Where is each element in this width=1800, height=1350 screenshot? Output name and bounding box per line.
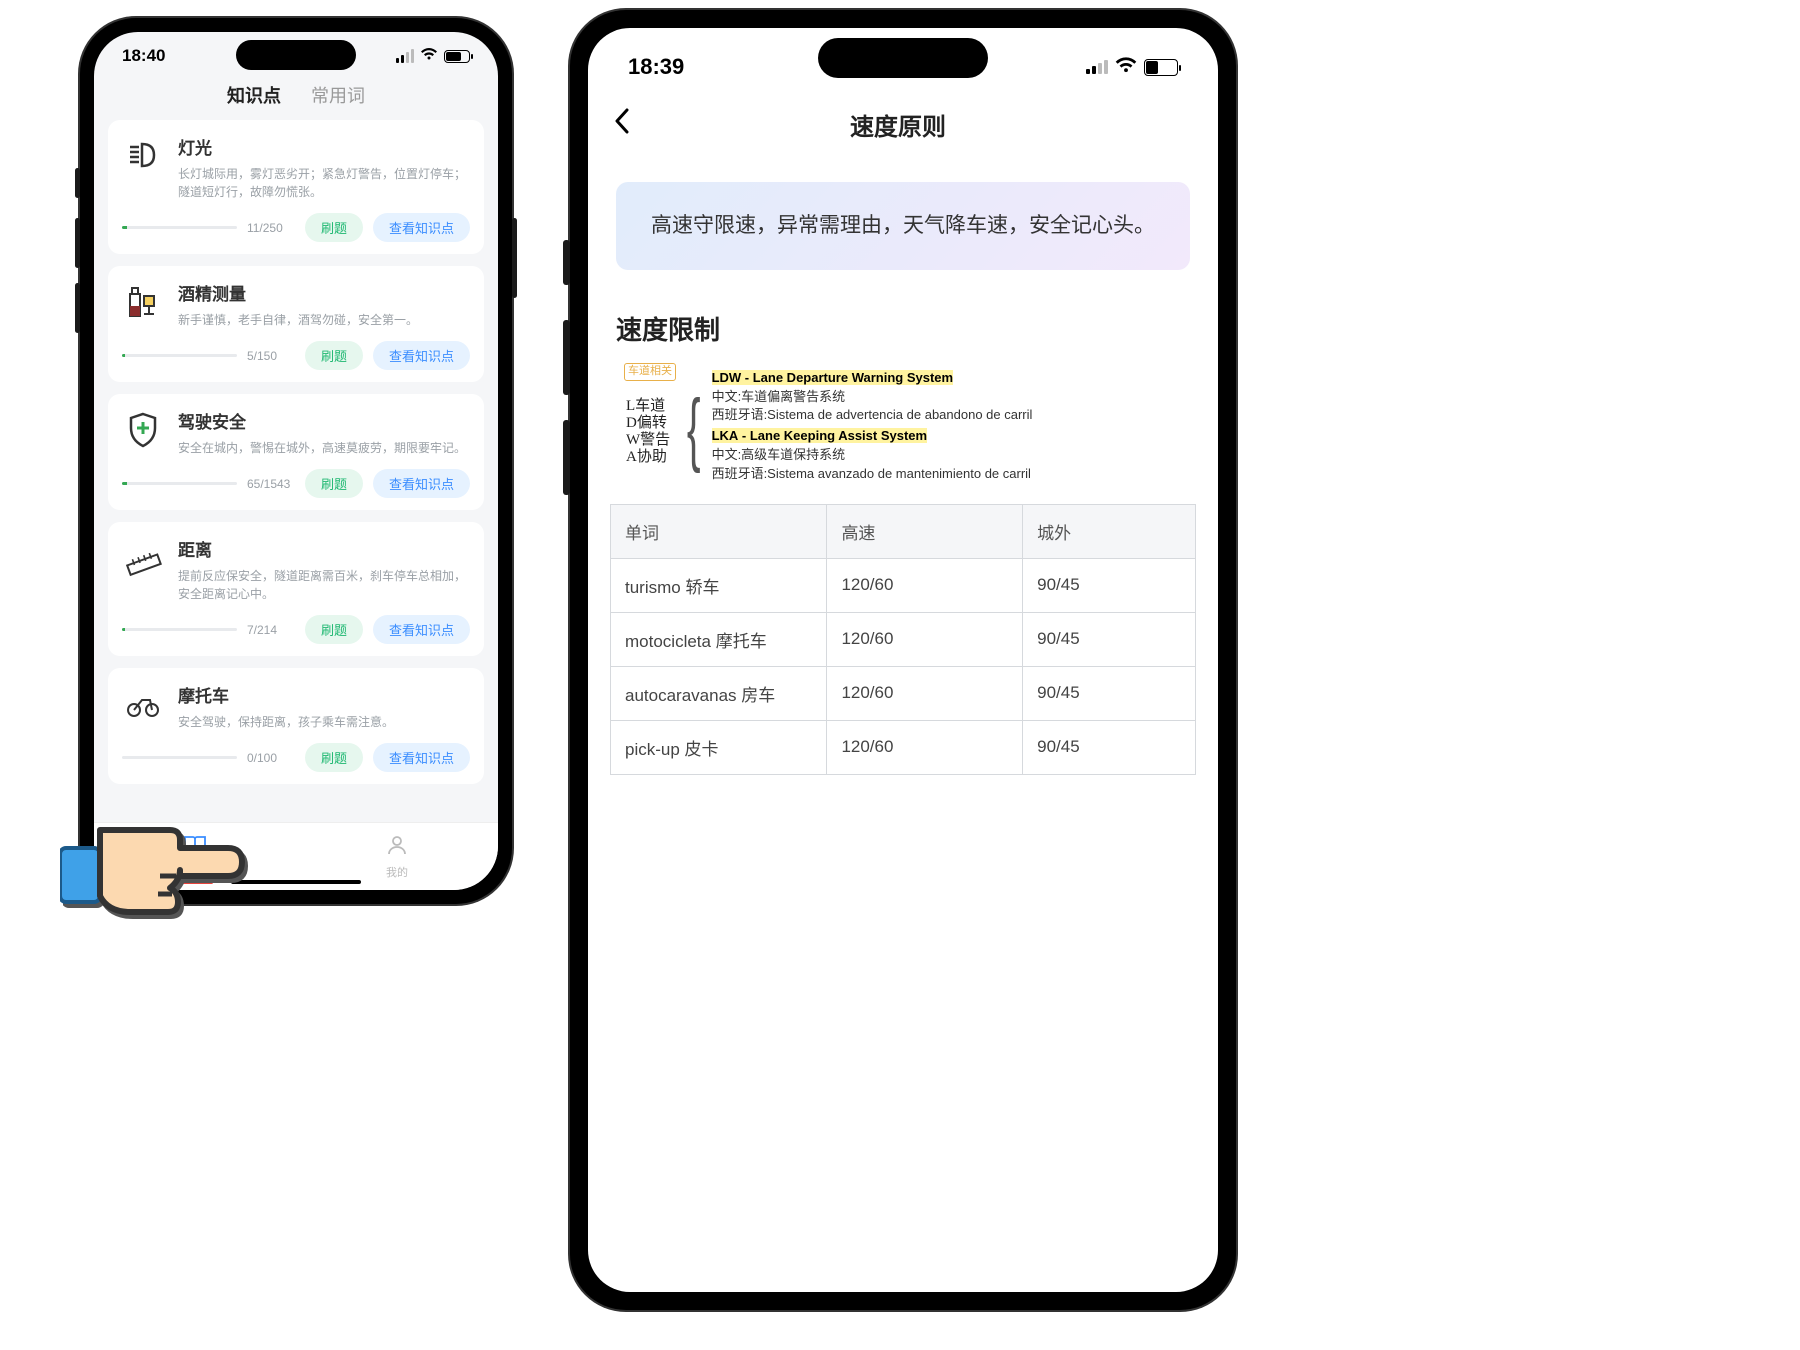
card-title: 酒精测量 — [178, 280, 470, 305]
practice-button[interactable]: 刷题 — [305, 743, 363, 772]
table-cell: turismo 轿车 — [611, 558, 827, 612]
screen-right: 18:39 速度原则 高速守限速，异常需理由，天气降车速，安全记心头。 速度限制… — [588, 28, 1218, 1292]
cellular-icon — [1086, 60, 1108, 74]
progress-bar — [122, 482, 237, 485]
view-knowledge-button[interactable]: 查看知识点 — [373, 341, 470, 370]
table-row: pick-up 皮卡120/6090/45 — [611, 720, 1196, 774]
progress-text: 0/100 — [247, 751, 295, 765]
view-knowledge-button[interactable]: 查看知识点 — [373, 743, 470, 772]
pointing-hand-icon — [60, 770, 260, 940]
practice-button[interactable]: 刷题 — [305, 213, 363, 242]
table-header: 单词 — [611, 504, 827, 558]
table-cell: 120/60 — [827, 612, 1023, 666]
lane-item: LDW - Lane Departure Warning System中文:车道… — [712, 369, 1198, 426]
view-knowledge-button[interactable]: 查看知识点 — [373, 615, 470, 644]
screen-left: 18:40 知识点 常用词 灯光 长灯城际用，雾灯恶劣开；紧急灯警告，位置灯停车… — [94, 32, 498, 890]
table-cell: motocicleta 摩托车 — [611, 612, 827, 666]
card-desc: 新手谨慎，老手自律，酒驾勿碰，安全第一。 — [178, 311, 470, 329]
status-time: 18:40 — [122, 46, 165, 66]
practice-button[interactable]: 刷题 — [305, 615, 363, 644]
status-time: 18:39 — [628, 54, 684, 80]
lane-mnemonic: L车道 D偏转 W警告 A协助 — [624, 367, 676, 486]
lane-systems-note: 车道相关 L车道 D偏转 W警告 A协助 { LDW - Lane Depart… — [624, 367, 1198, 486]
headlight-icon — [122, 134, 164, 176]
progress-bar — [122, 226, 237, 229]
card-title: 灯光 — [178, 134, 470, 159]
table-row: turismo 轿车120/6090/45 — [611, 558, 1196, 612]
knowledge-card: 距离 提前反应保安全，隧道距离需百米，刹车停车总相加，安全距离记心中。 7/21… — [108, 522, 484, 656]
table-cell: 90/45 — [1023, 612, 1196, 666]
knowledge-card: 酒精测量 新手谨慎，老手自律，酒驾勿碰，安全第一。 5/150 刷题 查看知识点 — [108, 266, 484, 382]
table-row: motocicleta 摩托车120/6090/45 — [611, 612, 1196, 666]
card-desc: 安全在城内，警惕在城外，高速莫疲劳，期限要牢记。 — [178, 439, 470, 457]
progress-text: 5/150 — [247, 349, 295, 363]
lane-definitions: LDW - Lane Departure Warning System中文:车道… — [712, 367, 1198, 486]
knowledge-list[interactable]: 灯光 长灯城际用，雾灯恶劣开；紧急灯警告，位置灯停车；隧道短灯行，故障勿慌张。 … — [94, 120, 498, 818]
progress-bar — [122, 756, 237, 759]
progress-bar — [122, 354, 237, 357]
brace-icon: { — [687, 396, 701, 462]
status-bar: 18:39 — [588, 28, 1218, 90]
table-cell: 120/60 — [827, 666, 1023, 720]
tab-knowledge[interactable]: 知识点 — [227, 82, 281, 108]
battery-icon — [1144, 59, 1178, 76]
table-header: 高速 — [827, 504, 1023, 558]
table-cell: pick-up 皮卡 — [611, 720, 827, 774]
status-icons — [1086, 56, 1178, 79]
shield-icon — [122, 408, 164, 450]
view-knowledge-button[interactable]: 查看知识点 — [373, 469, 470, 498]
progress-text: 11/250 — [247, 221, 295, 235]
table-row: autocaravanas 房车120/6090/45 — [611, 666, 1196, 720]
person-icon — [386, 834, 408, 862]
tip-banner: 高速守限速，异常需理由，天气降车速，安全记心头。 — [616, 182, 1190, 270]
table-cell: 90/45 — [1023, 666, 1196, 720]
card-desc: 安全驾驶，保持距离，孩子乘车需注意。 — [178, 713, 470, 731]
knowledge-card: 驾驶安全 安全在城内，警惕在城外，高速莫疲劳，期限要牢记。 65/1543 刷题… — [108, 394, 484, 510]
table-cell: 90/45 — [1023, 558, 1196, 612]
cellular-icon — [396, 49, 414, 63]
page-title: 速度原则 — [632, 107, 1164, 142]
practice-button[interactable]: 刷题 — [305, 341, 363, 370]
section-heading: 速度限制 — [588, 300, 1218, 367]
card-title: 摩托车 — [178, 682, 470, 707]
speed-limit-table: 单词高速城外 turismo 轿车120/6090/45motocicleta … — [610, 504, 1196, 775]
card-title: 驾驶安全 — [178, 408, 470, 433]
lane-tag: 车道相关 — [624, 363, 676, 381]
back-button[interactable] — [612, 106, 632, 142]
practice-button[interactable]: 刷题 — [305, 469, 363, 498]
table-header: 城外 — [1023, 504, 1196, 558]
top-tabs: 知识点 常用词 — [94, 74, 498, 120]
status-icons — [396, 47, 470, 66]
ruler-icon — [122, 536, 164, 578]
card-desc: 长灯城际用，雾灯恶劣开；紧急灯警告，位置灯停车；隧道短灯行，故障勿慌张。 — [178, 165, 470, 201]
wifi-icon — [420, 47, 438, 66]
knowledge-card: 摩托车 安全驾驶，保持距离，孩子乘车需注意。 0/100 刷题 查看知识点 — [108, 668, 484, 784]
lane-item: LKA - Lane Keeping Assist System中文:高级车道保… — [712, 427, 1198, 484]
table-cell: 120/60 — [827, 720, 1023, 774]
progress-text: 7/214 — [247, 623, 295, 637]
battery-icon — [444, 50, 470, 63]
status-bar: 18:40 — [94, 32, 498, 74]
card-desc: 提前反应保安全，隧道距离需百米，刹车停车总相加，安全距离记心中。 — [178, 567, 470, 603]
table-cell: 120/60 — [827, 558, 1023, 612]
table-cell: autocaravanas 房车 — [611, 666, 827, 720]
wifi-icon — [1114, 56, 1138, 79]
card-title: 距离 — [178, 536, 470, 561]
view-knowledge-button[interactable]: 查看知识点 — [373, 213, 470, 242]
nav-mine-label: 我的 — [386, 864, 408, 880]
tab-common-words[interactable]: 常用词 — [311, 82, 365, 108]
progress-bar — [122, 628, 237, 631]
table-cell: 90/45 — [1023, 720, 1196, 774]
motorcycle-icon — [122, 682, 164, 724]
knowledge-card: 灯光 长灯城际用，雾灯恶劣开；紧急灯警告，位置灯停车；隧道短灯行，故障勿慌张。 … — [108, 120, 484, 254]
bottle-icon — [122, 280, 164, 322]
progress-text: 65/1543 — [247, 477, 295, 491]
detail-header: 速度原则 — [588, 90, 1218, 162]
phone-frame-right: 18:39 速度原则 高速守限速，异常需理由，天气降车速，安全记心头。 速度限制… — [570, 10, 1236, 1310]
